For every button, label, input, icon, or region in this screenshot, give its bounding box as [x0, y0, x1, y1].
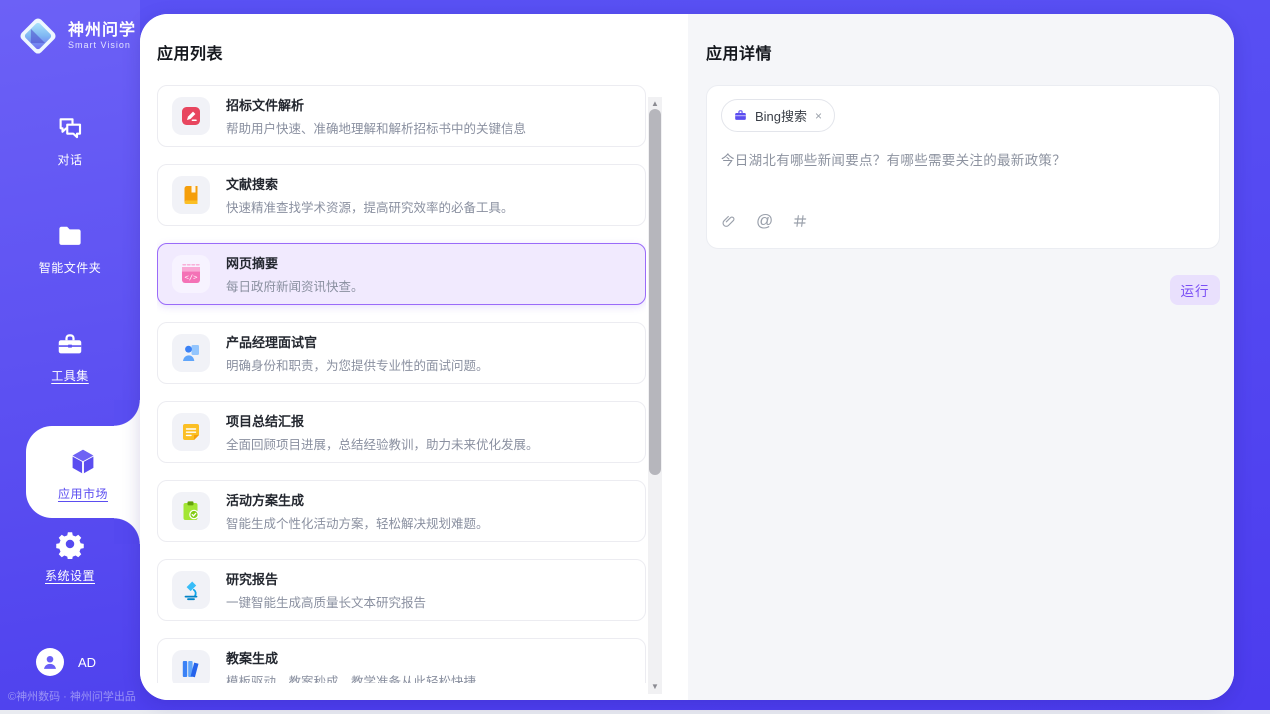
hash-icon[interactable]: [792, 213, 808, 229]
sidebar-item-3[interactable]: 应用市场: [26, 426, 140, 518]
app-card-desc: 快速精准查找学术资源，提高研究效率的必备工具。: [226, 197, 514, 216]
toolbox-icon: [54, 328, 86, 360]
app-card-desc: 帮助用户快速、准确地理解和解析招标书中的关键信息: [226, 118, 526, 137]
tool-tag[interactable]: Bing搜索 ×: [721, 99, 835, 132]
brand-name: 神州问学: [68, 22, 136, 40]
app-card-name: 教案生成: [226, 648, 476, 667]
app-card-name: 研究报告: [226, 569, 426, 588]
sidebar-item-label: 工具集: [51, 367, 89, 384]
interviewer-icon: [172, 334, 210, 372]
books-icon: [172, 650, 210, 683]
app-card-texts: 文献搜索快速精准查找学术资源，提高研究效率的必备工具。: [226, 174, 514, 216]
folder-icon: [54, 220, 86, 252]
sidebar-item-label: 应用市场: [58, 485, 108, 502]
microscope-icon: [172, 571, 210, 609]
prompt-card: Bing搜索 × 今日湖北有哪些新闻要点？有哪些需要关注的最新政策？ @: [706, 85, 1220, 249]
app-card-texts: 网页摘要每日政府新闻资讯快查。: [226, 253, 364, 295]
app-card-2[interactable]: </> 网页摘要每日政府新闻资讯快查。: [157, 243, 646, 305]
user-avatar[interactable]: [36, 648, 64, 676]
app-card-4[interactable]: 项目总结汇报全面回顾项目进展，总结经验教训，助力未来优化发展。: [157, 401, 646, 463]
app-card-desc: 一键智能生成高质量长文本研究报告: [226, 592, 426, 611]
app-card-texts: 产品经理面试官明确身份和职责，为您提供专业性的面试问题。: [226, 332, 489, 374]
app-card-desc: 智能生成个性化活动方案，轻松解决规划难题。: [226, 513, 489, 532]
user-initials: AD: [78, 655, 96, 670]
sidebar-nav: 对话 智能文件夹 工具集 应用市场 系统设置: [0, 102, 140, 626]
app-card-6[interactable]: 研究报告一键智能生成高质量长文本研究报告: [157, 559, 646, 621]
sidebar-item-4[interactable]: 系统设置: [0, 518, 140, 626]
paperclip-icon[interactable]: [721, 213, 737, 230]
app-card-list: 招标文件解析帮助用户快速、准确地理解和解析招标书中的关键信息 文献搜索快速精准查…: [157, 85, 646, 683]
app-card-desc: 明确身份和职责，为您提供专业性的面试问题。: [226, 355, 489, 374]
app-card-texts: 活动方案生成智能生成个性化活动方案，轻松解决规划难题。: [226, 490, 489, 532]
scroll-down-icon[interactable]: ▼: [651, 680, 659, 694]
scrollbar-thumb[interactable]: [649, 109, 661, 475]
at-icon[interactable]: @: [756, 211, 773, 231]
app-card-name: 项目总结汇报: [226, 411, 539, 430]
app-detail-panel: 应用详情 Bing搜索 × 今日湖北有哪些新闻要点？有哪些需要关注的最新政策？: [688, 14, 1234, 700]
note-icon: [172, 413, 210, 451]
sidebar: 神州问学 Smart Vision 对话 智能文件夹 工具集 应用市场 系统设置…: [0, 0, 140, 710]
brand-tagline: Smart Vision: [68, 40, 136, 50]
tool-tag-label: Bing搜索: [755, 106, 807, 125]
app-card-name: 网页摘要: [226, 253, 364, 272]
app-card-texts: 项目总结汇报全面回顾项目进展，总结经验教训，助力未来优化发展。: [226, 411, 539, 453]
svg-text:</>: </>: [185, 273, 199, 282]
input-toolbar: @: [721, 211, 1205, 235]
app-frame: 神州问学 Smart Vision 对话 智能文件夹 工具集 应用市场 系统设置…: [0, 0, 1270, 710]
cube-icon: [67, 446, 99, 478]
app-list-title: 应用列表: [157, 40, 688, 64]
app-card-desc: 模板驱动，教案秒成，教学准备从此轻松快捷: [226, 671, 476, 683]
app-list-panel: 应用列表 招标文件解析帮助用户快速、准确地理解和解析招标书中的关键信息 文献搜索…: [140, 14, 688, 700]
bid-document-icon: [172, 97, 210, 135]
app-card-texts: 教案生成模板驱动，教案秒成，教学准备从此轻松快捷: [226, 648, 476, 683]
app-detail-title: 应用详情: [706, 40, 1220, 64]
app-card-name: 活动方案生成: [226, 490, 489, 509]
app-card-7[interactable]: 教案生成模板驱动，教案秒成，教学准备从此轻松快捷: [157, 638, 646, 683]
app-card-desc: 每日政府新闻资讯快查。: [226, 276, 364, 295]
sidebar-item-0[interactable]: 对话: [0, 102, 140, 210]
user-row[interactable]: AD: [36, 648, 96, 676]
web-code-icon: </>: [172, 255, 210, 293]
sidebar-item-label: 智能文件夹: [39, 259, 102, 276]
briefcase-icon: [733, 108, 748, 123]
app-card-texts: 研究报告一键智能生成高质量长文本研究报告: [226, 569, 426, 611]
app-card-5[interactable]: 活动方案生成智能生成个性化活动方案，轻松解决规划难题。: [157, 480, 646, 542]
app-card-name: 招标文件解析: [226, 95, 526, 114]
main-panel: 应用列表 招标文件解析帮助用户快速、准确地理解和解析招标书中的关键信息 文献搜索…: [140, 14, 1234, 700]
app-card-name: 产品经理面试官: [226, 332, 489, 351]
sidebar-item-label: 系统设置: [45, 567, 95, 584]
sidebar-item-1[interactable]: 智能文件夹: [0, 210, 140, 318]
brand-logo: 神州问学 Smart Vision: [0, 0, 140, 58]
tag-close-icon[interactable]: ×: [814, 109, 823, 123]
run-button[interactable]: 运行: [1170, 275, 1220, 305]
app-card-3[interactable]: 产品经理面试官明确身份和职责，为您提供专业性的面试问题。: [157, 322, 646, 384]
sidebar-item-label: 对话: [57, 151, 82, 168]
app-card-name: 文献搜索: [226, 174, 514, 193]
chat-icon: [54, 112, 86, 144]
prompt-input[interactable]: 今日湖北有哪些新闻要点？有哪些需要关注的最新政策？: [721, 149, 1205, 169]
app-card-texts: 招标文件解析帮助用户快速、准确地理解和解析招标书中的关键信息: [226, 95, 526, 137]
scrollbar[interactable]: ▲ ▼: [648, 97, 662, 694]
book-icon: [172, 176, 210, 214]
app-card-1[interactable]: 文献搜索快速精准查找学术资源，提高研究效率的必备工具。: [157, 164, 646, 226]
copyright-text: ©神州数码 · 神州问学出品: [8, 688, 136, 704]
brand-diamond-icon: [16, 14, 60, 58]
clipboard-check-icon: [172, 492, 210, 530]
app-card-0[interactable]: 招标文件解析帮助用户快速、准确地理解和解析招标书中的关键信息: [157, 85, 646, 147]
app-card-desc: 全面回顾项目进展，总结经验教训，助力未来优化发展。: [226, 434, 539, 453]
gear-icon: [54, 528, 86, 560]
